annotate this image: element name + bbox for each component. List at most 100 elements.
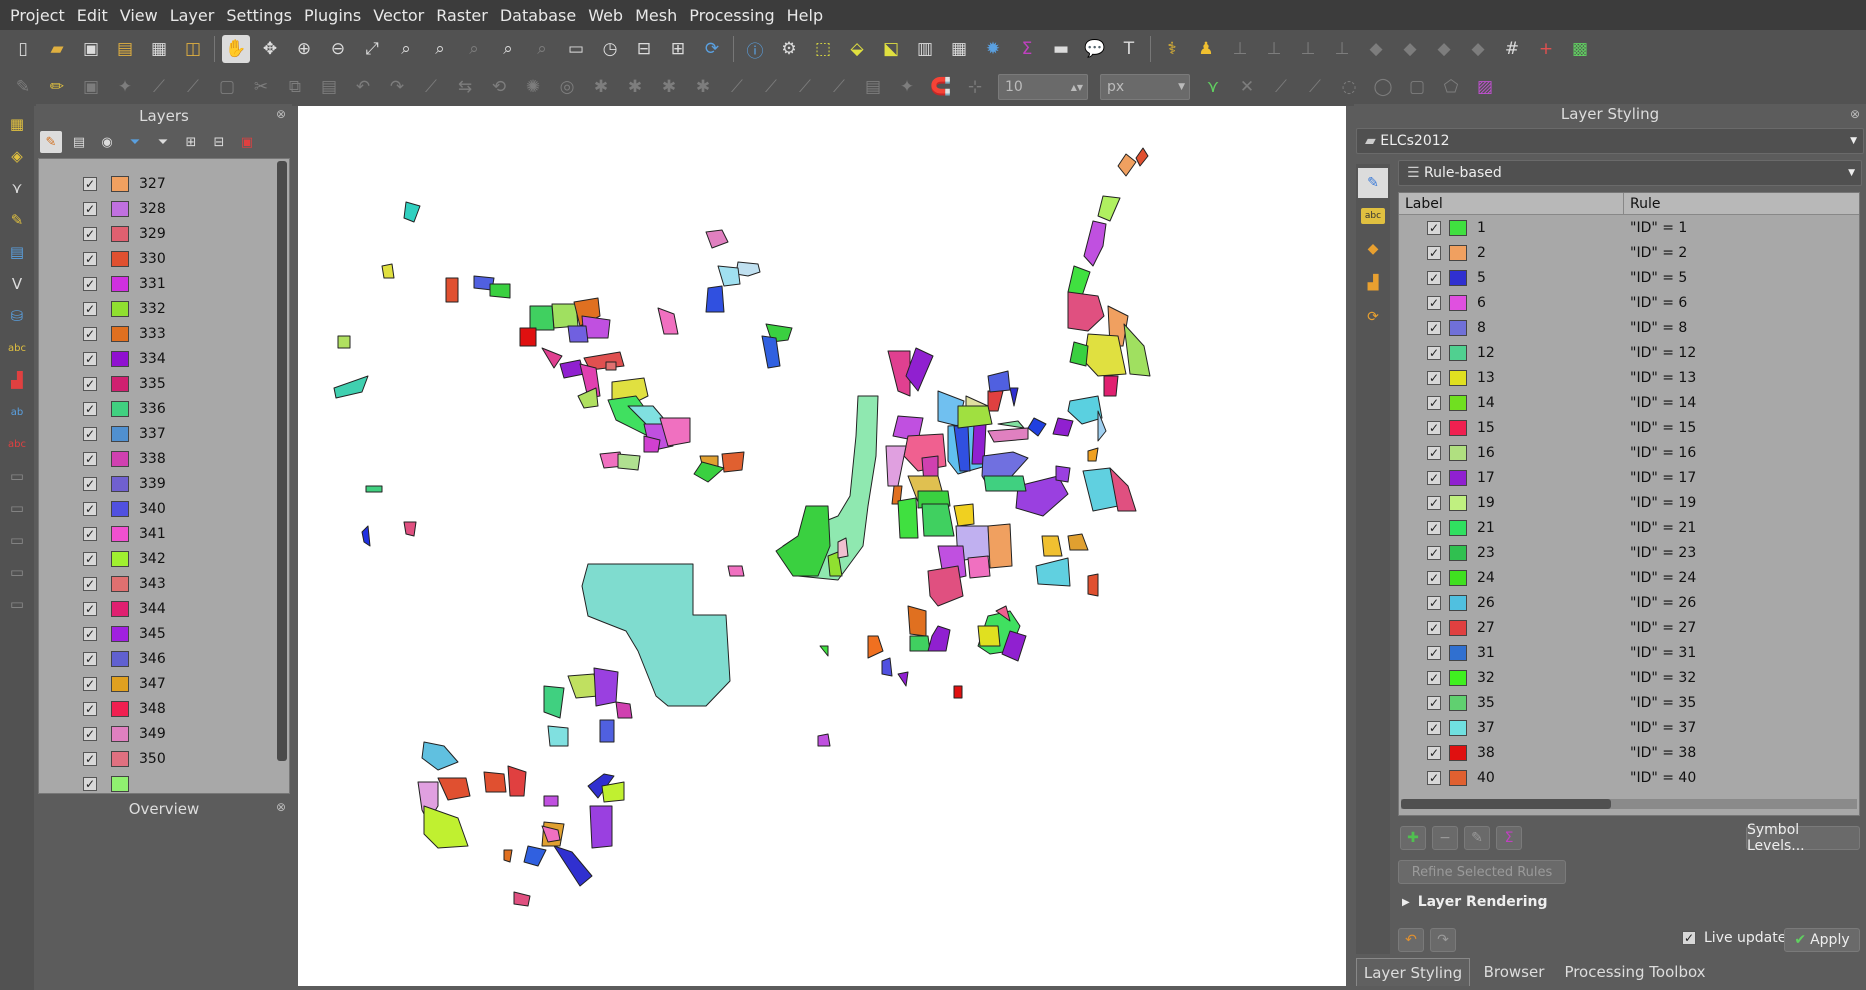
- label-tool-icon[interactable]: abc: [2, 334, 32, 362]
- rule-row[interactable]: ✓ 12 "ID" = 12: [1399, 340, 1859, 365]
- map-feature[interactable]: [921, 503, 955, 537]
- map-feature[interactable]: [907, 605, 927, 637]
- map-feature[interactable]: [1117, 153, 1137, 177]
- rule-row[interactable]: ✓ 27 "ID" = 27: [1399, 615, 1859, 640]
- refresh-icon[interactable]: ⟳: [698, 35, 726, 63]
- layer-visibility-checkbox[interactable]: ✓: [83, 251, 97, 266]
- select-by-value-icon[interactable]: ⬙: [843, 35, 871, 63]
- rule-enabled-checkbox[interactable]: ✓: [1427, 245, 1441, 260]
- map-feature[interactable]: [867, 635, 884, 659]
- layer-item[interactable]: ✓ 346: [39, 646, 289, 671]
- add-rule-button[interactable]: ✚: [1400, 826, 1426, 850]
- map-feature[interactable]: [909, 635, 931, 652]
- save-project-icon[interactable]: ▣: [77, 35, 105, 63]
- attribute-table-icon[interactable]: ▥: [911, 35, 939, 63]
- add-feature-icon[interactable]: ✦: [111, 73, 139, 101]
- zoom-next-icon[interactable]: ⌕: [528, 35, 556, 63]
- layer-item[interactable]: ✓ 349: [39, 721, 289, 746]
- new-project-icon[interactable]: ▯: [9, 35, 37, 63]
- rule-enabled-checkbox[interactable]: ✓: [1427, 470, 1441, 485]
- map-feature[interactable]: [987, 523, 1013, 569]
- georeference-icon[interactable]: ▩: [1566, 35, 1594, 63]
- edit-rule-button[interactable]: ✎: [1464, 826, 1490, 850]
- crosshair-icon[interactable]: +: [1532, 35, 1560, 63]
- undo-button[interactable]: ↶: [1398, 928, 1424, 952]
- rule-enabled-checkbox[interactable]: ✓: [1427, 495, 1441, 510]
- shape-ellipse-icon[interactable]: ◯: [1369, 73, 1397, 101]
- label-column-header[interactable]: Label: [1399, 193, 1624, 214]
- rules-table[interactable]: Label Rule ✓ 1 "ID" = 1 ✓ 2 "ID" = 2 ✓ 5 "ID" = …: [1398, 192, 1860, 816]
- layer-visibility-checkbox[interactable]: ✓: [83, 751, 97, 766]
- filter-legend-icon[interactable]: ⏷: [124, 131, 146, 153]
- map-feature[interactable]: [775, 505, 831, 577]
- close-icon[interactable]: ⊗: [1850, 107, 1860, 121]
- rule-row[interactable]: ✓ 35 "ID" = 35: [1399, 690, 1859, 715]
- layer-item[interactable]: ✓ 344: [39, 596, 289, 621]
- pan-icon[interactable]: ✋: [222, 35, 250, 63]
- offset-curve-icon[interactable]: ⟋: [757, 73, 785, 101]
- map-feature[interactable]: [967, 555, 991, 579]
- callout-icon[interactable]: ▭: [2, 590, 32, 618]
- menu-web[interactable]: Web: [582, 6, 629, 25]
- layer-visibility-checkbox[interactable]: ✓: [83, 601, 97, 616]
- rule-enabled-checkbox[interactable]: ✓: [1427, 320, 1441, 335]
- digitize-icon[interactable]: ⟋: [145, 73, 173, 101]
- rule-row[interactable]: ✓ 15 "ID" = 15: [1399, 415, 1859, 440]
- menu-edit[interactable]: Edit: [71, 6, 114, 25]
- map-feature[interactable]: [593, 667, 619, 707]
- map-feature[interactable]: [819, 645, 829, 657]
- rule-column-header[interactable]: Rule: [1624, 193, 1660, 214]
- open-styling-icon[interactable]: ✎: [40, 131, 62, 153]
- rotate-feature-icon[interactable]: ⟲: [485, 73, 513, 101]
- rule-row[interactable]: ✓ 16 "ID" = 16: [1399, 440, 1859, 465]
- map-feature[interactable]: [483, 771, 507, 793]
- map-feature[interactable]: [1067, 291, 1105, 332]
- digitize-6-icon[interactable]: ◆: [1396, 35, 1424, 63]
- layer-item[interactable]: ✓ 333: [39, 321, 289, 346]
- simplify-icon[interactable]: ✺: [519, 73, 547, 101]
- map-feature[interactable]: [897, 497, 919, 539]
- rule-enabled-checkbox[interactable]: ✓: [1427, 445, 1441, 460]
- grid-icon[interactable]: #: [1498, 35, 1526, 63]
- menu-settings[interactable]: Settings: [220, 6, 298, 25]
- snapping-tolerance-input[interactable]: 10 ▲▼: [998, 74, 1088, 100]
- split-features-icon[interactable]: ⟋: [791, 73, 819, 101]
- remove-layer-icon[interactable]: ▣: [236, 131, 258, 153]
- layer-visibility-checkbox[interactable]: ✓: [83, 476, 97, 491]
- history-icon[interactable]: ▟: [1358, 268, 1388, 298]
- merge-attributes-icon[interactable]: ✦: [893, 73, 921, 101]
- vertex-tool-icon[interactable]: ⟋: [179, 73, 207, 101]
- layers-tree[interactable]: ✓ 327 ✓ 328 ✓ 329 ✓ 330 ✓ 331 ✓ 332 ✓ 333 ✓ 334 ✓ 335 ✓ 336…: [38, 158, 290, 794]
- map-feature[interactable]: [927, 565, 964, 607]
- layer-visibility-checkbox[interactable]: ✓: [83, 201, 97, 216]
- map-feature[interactable]: [605, 361, 617, 371]
- layer-visibility-checkbox[interactable]: ✓: [83, 526, 97, 541]
- rule-enabled-checkbox[interactable]: ✓: [1427, 545, 1441, 560]
- apply-button[interactable]: ✔ Apply: [1784, 928, 1860, 952]
- layer-visibility-checkbox[interactable]: ✓: [83, 401, 97, 416]
- rule-row[interactable]: ✓ 14 "ID" = 14: [1399, 390, 1859, 415]
- map-feature[interactable]: [1123, 323, 1151, 377]
- pin-labels-icon[interactable]: ab: [2, 398, 32, 426]
- move-feature-icon[interactable]: ⇆: [451, 73, 479, 101]
- map-feature[interactable]: [551, 303, 579, 329]
- bookmark-new-icon[interactable]: ⊟: [630, 35, 658, 63]
- map-feature[interactable]: [953, 685, 963, 699]
- map-feature[interactable]: [615, 701, 633, 719]
- label-props-icon[interactable]: ▭: [2, 558, 32, 586]
- layer-item[interactable]: ✓: [39, 771, 289, 793]
- reshape-icon[interactable]: ⟋: [723, 73, 751, 101]
- map-feature[interactable]: [1135, 147, 1149, 167]
- intersection-icon[interactable]: ✕: [1233, 73, 1261, 101]
- style-manager-icon[interactable]: ◫: [179, 35, 207, 63]
- 3d-view-icon[interactable]: ◆: [1358, 234, 1388, 264]
- layer-item[interactable]: ✓ 329: [39, 221, 289, 246]
- rule-row[interactable]: ✓ 8 "ID" = 8: [1399, 315, 1859, 340]
- rendering-icon[interactable]: ⟳: [1358, 302, 1388, 332]
- map-feature[interactable]: [589, 805, 613, 849]
- zoom-selection-icon[interactable]: ⌕: [392, 35, 420, 63]
- map-feature[interactable]: [735, 261, 761, 277]
- rule-enabled-checkbox[interactable]: ✓: [1427, 520, 1441, 535]
- zoom-layer-icon[interactable]: ⌕: [426, 35, 454, 63]
- map-feature[interactable]: [1083, 220, 1107, 267]
